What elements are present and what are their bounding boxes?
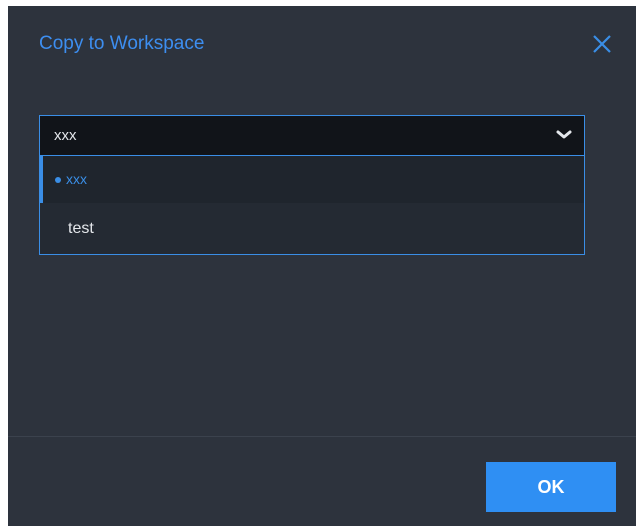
ok-button[interactable]: OK	[486, 462, 616, 512]
dropdown-option-label: test	[68, 220, 94, 237]
close-button[interactable]	[588, 30, 616, 58]
workspace-dropdown-list: xxx test	[39, 156, 585, 255]
workspace-select-value: xxx	[54, 127, 77, 144]
dropdown-option-test[interactable]: test	[40, 205, 584, 252]
footer-divider	[8, 436, 636, 437]
selected-bullet-icon	[55, 177, 61, 183]
dropdown-option-xxx[interactable]: xxx	[40, 156, 584, 203]
chevron-down-icon	[556, 129, 572, 141]
close-icon	[593, 35, 611, 53]
copy-to-workspace-dialog: Copy to Workspace xxx xxx test OK	[8, 6, 636, 526]
selected-indicator-bar	[40, 156, 43, 203]
workspace-select[interactable]: xxx	[39, 115, 585, 156]
dialog-title: Copy to Workspace	[39, 33, 205, 54]
dropdown-option-label: xxx	[66, 171, 87, 187]
